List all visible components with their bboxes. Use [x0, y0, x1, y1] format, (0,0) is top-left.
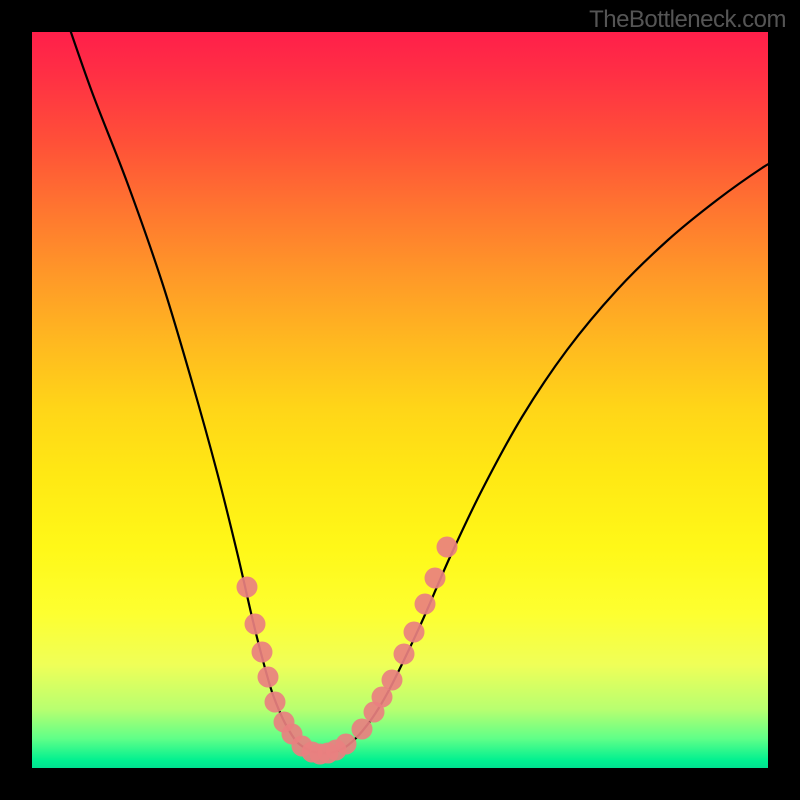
- dot: [265, 692, 286, 713]
- plot-area: [32, 32, 768, 768]
- dot: [252, 642, 273, 663]
- dot: [382, 670, 403, 691]
- dot: [237, 577, 258, 598]
- watermark: TheBottleneck.com: [589, 6, 786, 34]
- dot: [425, 568, 446, 589]
- dot: [415, 594, 436, 615]
- dot: [437, 537, 458, 558]
- chart-svg: [32, 32, 768, 768]
- bottleneck-curve: [64, 32, 768, 753]
- highlight-dots: [237, 537, 458, 765]
- dot: [245, 614, 266, 635]
- dot: [258, 667, 279, 688]
- dot: [404, 622, 425, 643]
- dot: [336, 734, 357, 755]
- dot: [394, 644, 415, 665]
- dot: [352, 719, 373, 740]
